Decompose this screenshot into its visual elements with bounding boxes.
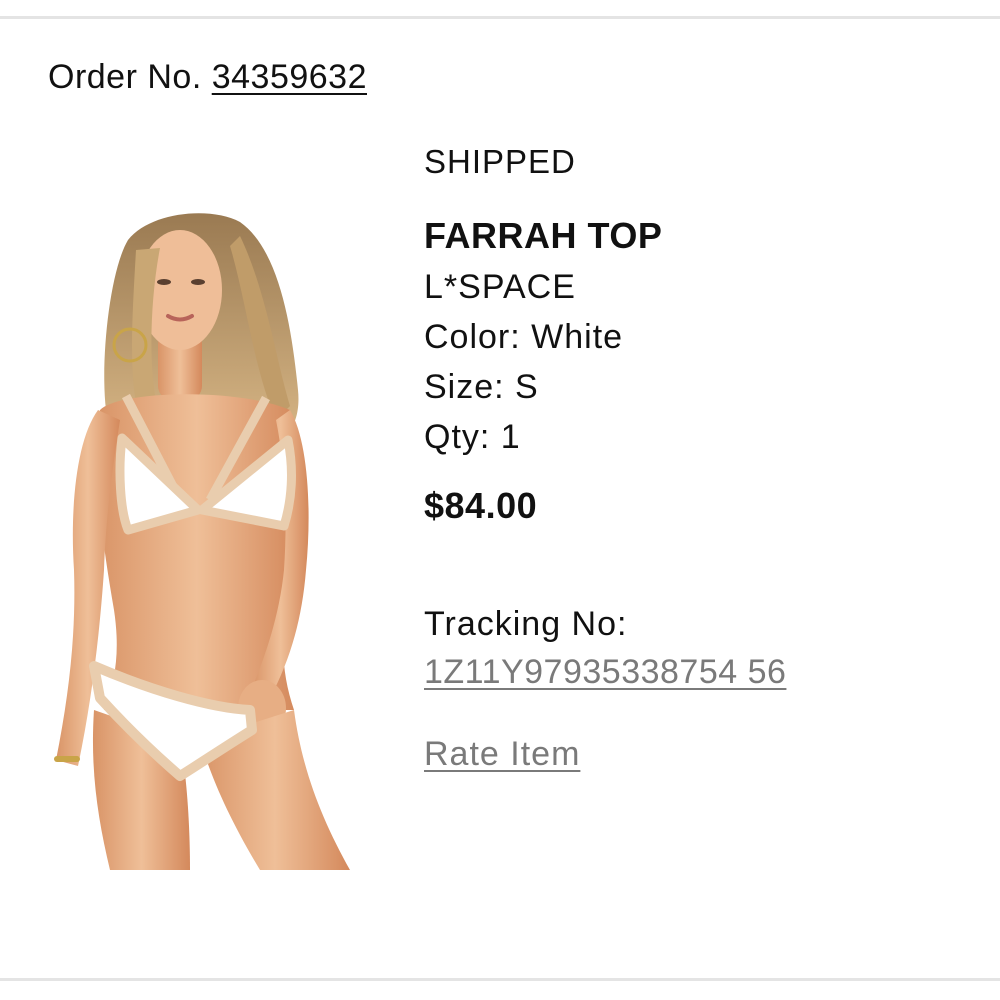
top-divider	[0, 16, 1000, 19]
order-label: Order No.	[48, 58, 202, 96]
shipment-status: SHIPPED	[424, 143, 576, 180]
product-size: Size: S	[424, 368, 539, 406]
product-name[interactable]: FARRAH TOP	[424, 214, 984, 258]
order-number-link[interactable]: 34359632	[212, 58, 367, 96]
tracking-number-link[interactable]: 1Z11Y97935338754 56	[424, 648, 786, 696]
bottom-divider	[0, 978, 1000, 981]
rate-item-link[interactable]: Rate Item	[424, 730, 580, 778]
product-image[interactable]	[40, 210, 360, 870]
product-quantity: Qty: 1	[424, 418, 521, 456]
order-header: Order No. 34359632	[48, 56, 367, 98]
product-price: $84.00	[424, 485, 538, 526]
product-photo-icon	[54, 213, 350, 870]
product-color: Color: White	[424, 318, 624, 356]
item-details: SHIPPED FARRAH TOP L*SPACE Color: White …	[424, 140, 984, 778]
tracking-label: Tracking No:	[424, 605, 628, 643]
product-brand: L*SPACE	[424, 268, 576, 306]
